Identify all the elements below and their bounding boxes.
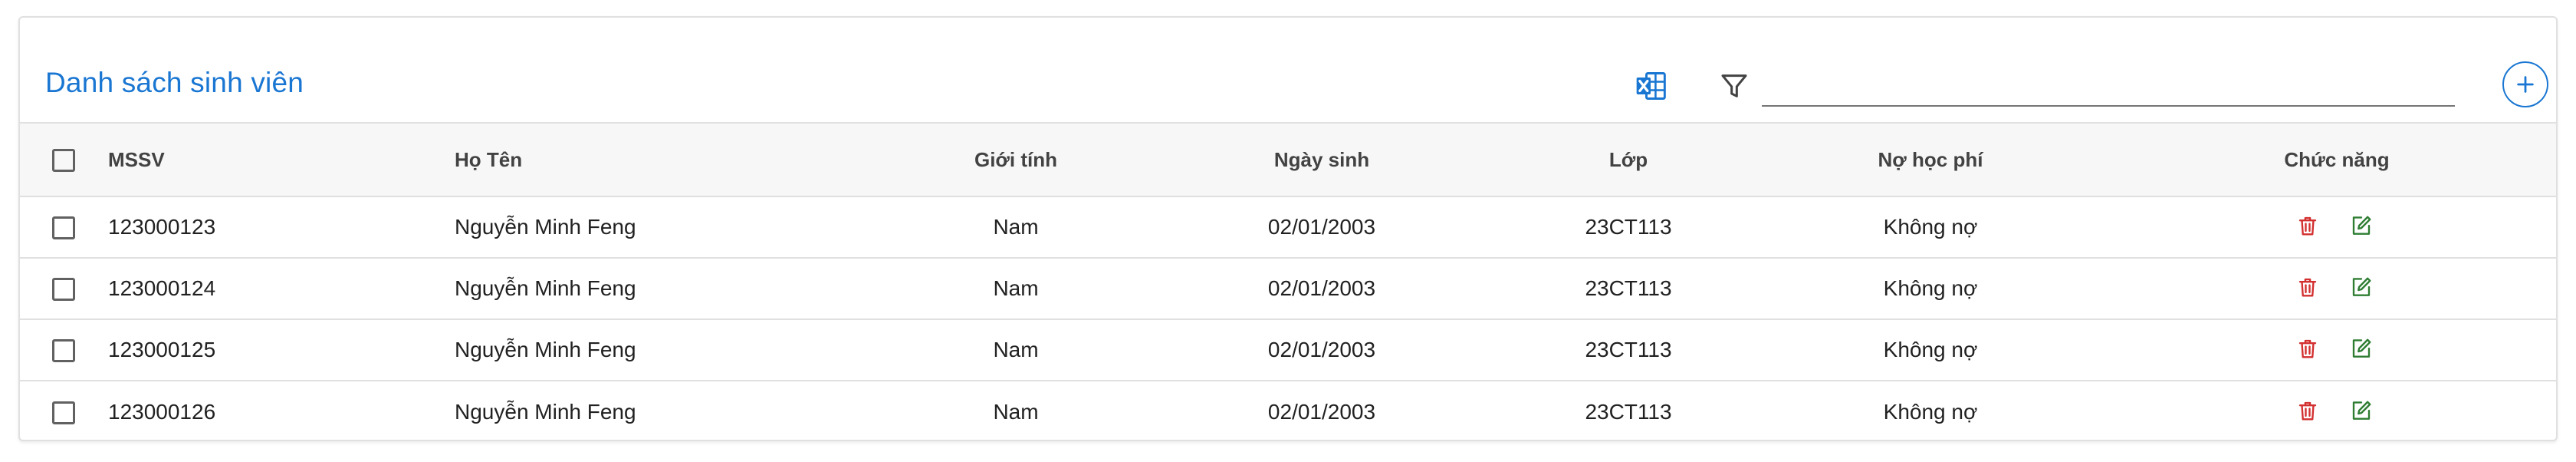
- cell-name: Nguyễn Minh Feng: [454, 196, 902, 259]
- column-header-fee[interactable]: Nợ học phí: [1743, 122, 2118, 197]
- table-row[interactable]: 123000126 Nguyễn Minh Feng Nam 02/01/200…: [20, 381, 2556, 442]
- cell-fee: Không nợ: [1743, 319, 2118, 381]
- student-table: MSSV Họ Tên Giới tính Ngày sinh Lớp Nợ h…: [20, 122, 2556, 442]
- cell-mssv: 123000126: [108, 399, 216, 424]
- cell-gender: Nam: [902, 258, 1130, 320]
- cell-class: 23CT113: [1513, 258, 1743, 320]
- excel-export-icon[interactable]: [1633, 68, 1668, 104]
- cell-class: 23CT113: [1513, 319, 1743, 381]
- filter-icon[interactable]: [1717, 68, 1752, 104]
- cell-fee: Không nợ: [1883, 399, 1978, 424]
- column-header-mssv[interactable]: MSSV: [107, 122, 454, 197]
- row-checkbox[interactable]: [52, 339, 75, 363]
- cell-fee: Không nợ: [1743, 196, 2118, 259]
- delete-icon[interactable]: [2294, 335, 2321, 362]
- page-title: Danh sách sinh viên: [45, 67, 304, 98]
- cell-mssv: 123000125: [107, 319, 454, 381]
- column-header-actions: Chức năng: [2118, 122, 2556, 197]
- student-list-card: Danh sách sinh viên MSSV Họ Tên Giới tín…: [18, 16, 2558, 441]
- add-student-button[interactable]: [2502, 61, 2548, 107]
- cell-gender: Nam: [993, 399, 1039, 424]
- cell-mssv: 123000123: [107, 196, 454, 259]
- cell-dob: 02/01/2003: [1130, 258, 1513, 320]
- delete-icon[interactable]: [2294, 273, 2321, 301]
- cell-gender: Nam: [902, 319, 1130, 381]
- cell-class: 23CT113: [1513, 196, 1743, 259]
- toolbar: Danh sách sinh viên: [20, 18, 2556, 122]
- table-row[interactable]: 123000124 Nguyễn Minh Feng Nam 02/01/200…: [20, 258, 2556, 320]
- column-header-name[interactable]: Họ Tên: [454, 122, 902, 197]
- add-icon: [2517, 76, 2534, 93]
- column-header-dob[interactable]: Ngày sinh: [1130, 122, 1513, 197]
- row-checkbox[interactable]: [52, 401, 75, 424]
- cell-name: Nguyễn Minh Feng: [454, 319, 902, 381]
- cell-dob: 02/01/2003: [1130, 319, 1513, 381]
- row-checkbox[interactable]: [52, 216, 75, 240]
- table-header-row: MSSV Họ Tên Giới tính Ngày sinh Lớp Nợ h…: [20, 122, 2556, 197]
- edit-icon[interactable]: [2348, 273, 2375, 301]
- table-row[interactable]: 123000123 Nguyễn Minh Feng Nam 02/01/200…: [20, 196, 2556, 259]
- edit-icon[interactable]: [2348, 212, 2375, 239]
- search-input[interactable]: [1762, 67, 2455, 107]
- cell-fee: Không nợ: [1743, 258, 2118, 320]
- cell-name: Nguyễn Minh Feng: [455, 399, 636, 424]
- table-row[interactable]: 123000125 Nguyễn Minh Feng Nam 02/01/200…: [20, 319, 2556, 381]
- select-all-cell: [20, 122, 107, 197]
- edit-icon[interactable]: [2348, 397, 2375, 424]
- delete-icon[interactable]: [2294, 397, 2321, 424]
- cell-dob: 02/01/2003: [1267, 399, 1376, 424]
- edit-icon[interactable]: [2348, 335, 2375, 362]
- cell-dob: 02/01/2003: [1130, 196, 1513, 259]
- cell-class: 23CT113: [1585, 399, 1672, 424]
- row-checkbox[interactable]: [52, 278, 75, 302]
- cell-name: Nguyễn Minh Feng: [454, 258, 902, 320]
- delete-icon[interactable]: [2294, 212, 2321, 239]
- select-all-checkbox[interactable]: [52, 149, 75, 173]
- cell-mssv: 123000124: [107, 258, 454, 320]
- column-header-gender[interactable]: Giới tính: [902, 122, 1130, 197]
- cell-gender: Nam: [902, 196, 1130, 259]
- column-header-class[interactable]: Lớp: [1513, 122, 1743, 197]
